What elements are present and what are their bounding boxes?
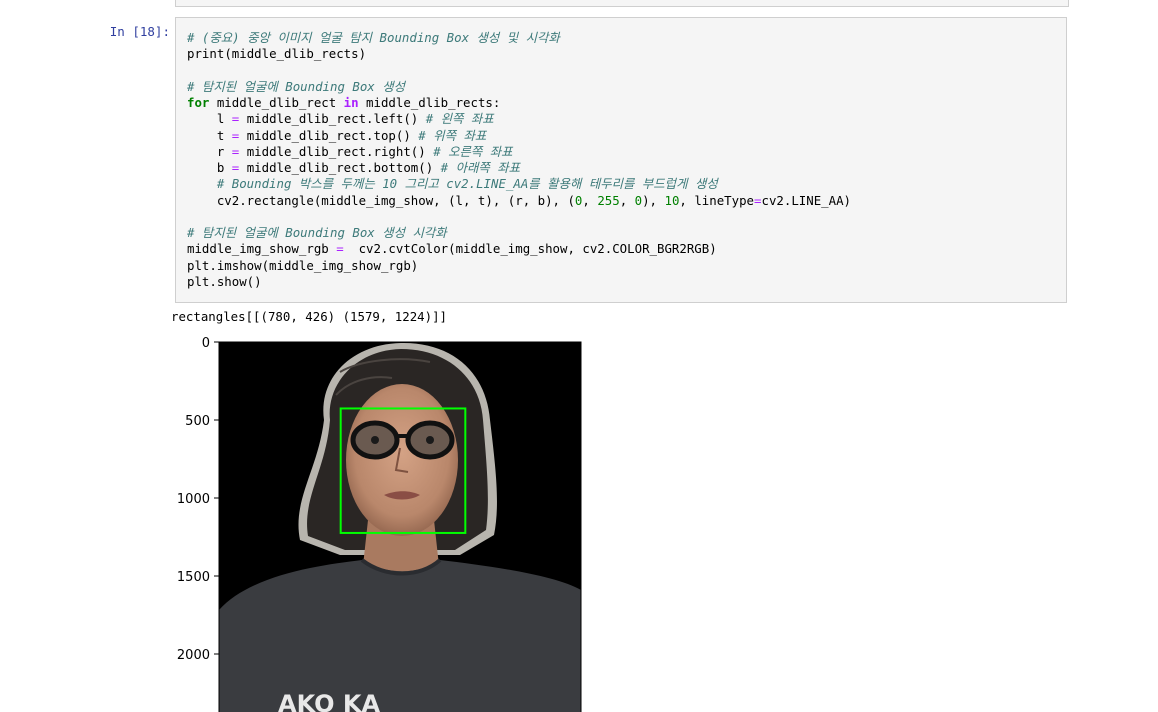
y-tick-label: 0 (202, 336, 210, 351)
imshow-plot: AKO KA 0 500 1000 1500 2000 (177, 336, 582, 712)
y-tick-label: 1500 (177, 570, 210, 585)
svg-text:AKO KA: AKO KA (278, 690, 380, 712)
y-tick-label: 2000 (177, 648, 210, 663)
photo-image: AKO KA (219, 342, 581, 712)
y-tick-label: 500 (185, 414, 210, 429)
y-tick-label: 1000 (177, 492, 210, 507)
